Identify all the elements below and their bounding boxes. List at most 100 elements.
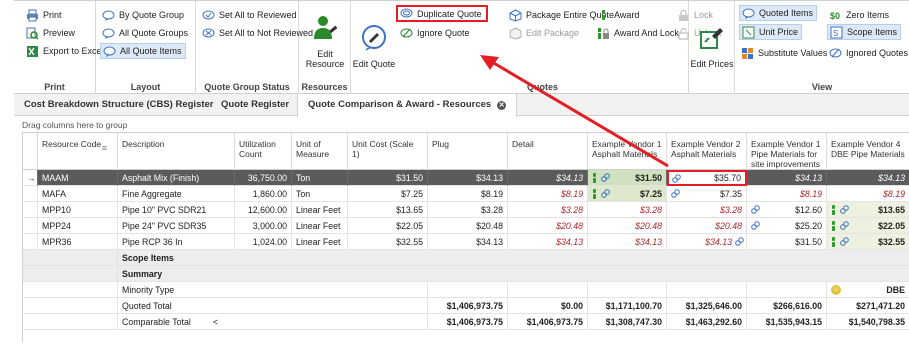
cell-code[interactable]: MAFA — [38, 186, 118, 202]
preview-button[interactable]: Preview — [26, 25, 75, 41]
cell-cost[interactable]: $31.50 — [348, 170, 428, 186]
cell-util[interactable]: 3,000.00 — [235, 218, 292, 234]
quoted-items-toggle[interactable]: Quoted Items — [739, 5, 818, 21]
cell-vendor-2[interactable]: $3.28 — [667, 202, 747, 218]
cell-vendor-1[interactable]: $34.13 — [588, 234, 667, 250]
tab-cbs-register[interactable]: Cost Breakdown Structure (CBS) Register — [14, 94, 224, 116]
header-vendor-1-pipe[interactable]: Example Vendor 1 Pipe Materials for site… — [747, 133, 827, 170]
scroll-left-marker[interactable]: < — [213, 314, 218, 329]
print-button[interactable]: Print — [26, 7, 62, 23]
cell-vendor-1[interactable]: $20.48 — [588, 218, 667, 234]
cell-description[interactable]: Pipe 24" PVC SDR35 — [118, 218, 235, 234]
cell-plug[interactable]: $3.28 — [428, 202, 508, 218]
table-row[interactable]: MPP24 Pipe 24" PVC SDR35 3,000.00 Linear… — [23, 218, 909, 234]
unit-price-toggle[interactable]: Unit Price — [739, 24, 803, 40]
award-and-lock-button[interactable]: Award And Lock — [597, 25, 679, 41]
header-utilization[interactable]: Utilization Count — [235, 133, 292, 170]
cell-description[interactable]: Pipe RCP 36 In — [118, 234, 235, 250]
by-quote-group-button[interactable]: By Quote Group — [102, 7, 184, 23]
cell-vendor-4[interactable]: $13.65 — [827, 202, 909, 218]
cell-uom[interactable]: Linear Feet — [292, 218, 348, 234]
cell-cost[interactable]: $32.55 — [348, 234, 428, 250]
header-unit-measure[interactable]: Unit of Measure — [292, 133, 348, 170]
cell-code[interactable]: MPR36 — [38, 234, 118, 250]
cell-util[interactable]: 1,024.00 — [235, 234, 292, 250]
cell-vendor-1[interactable]: $3.28 — [588, 202, 667, 218]
cell-uom[interactable]: Linear Feet — [292, 202, 348, 218]
substitute-values-toggle[interactable]: Substitute Values — [741, 45, 827, 61]
header-vendor-4-dbe[interactable]: Example Vendor 4 DBE Pipe Materials — [827, 133, 909, 170]
cell-vendor-1-pipe[interactable]: $8.19 — [747, 186, 827, 202]
cell-code[interactable]: MPP24 — [38, 218, 118, 234]
cell-plug[interactable]: $20.48 — [428, 218, 508, 234]
cell-util[interactable]: 36,750.00 — [235, 170, 292, 186]
column-chooser-icon[interactable]: ≡ — [102, 143, 107, 153]
cell-detail[interactable]: $34.13 — [508, 234, 588, 250]
cell-description[interactable]: Fine Aggregate — [118, 186, 235, 202]
header-detail[interactable]: Detail — [508, 133, 588, 170]
edit-resource-button[interactable]: Edit Resource — [299, 7, 351, 69]
set-all-not-reviewed-button[interactable]: Set All to Not Reviewed — [202, 25, 313, 41]
cell-vendor-1-pipe[interactable]: $25.20 — [747, 218, 827, 234]
cell-uom[interactable]: Ton — [292, 170, 348, 186]
table-row[interactable]: → MAAM Asphalt Mix (Finish) 36,750.00 To… — [23, 170, 909, 186]
cell-cost[interactable]: $22.05 — [348, 218, 428, 234]
edit-quote-button[interactable]: Edit Quote — [351, 7, 397, 69]
cell-vendor-4[interactable]: $34.13 — [827, 170, 909, 186]
table-row[interactable]: MAFA Fine Aggregate 1,860.00 Ton $7.25 $… — [23, 186, 909, 202]
table-row[interactable]: MPR36 Pipe RCP 36 In 1,024.00 Linear Fee… — [23, 234, 909, 250]
tab-quote-comparison[interactable]: Quote Comparison & Award - Resources ✕ — [297, 94, 518, 117]
cell-detail[interactable]: $20.48 — [508, 218, 588, 234]
cell-plug[interactable]: $34.13 — [428, 234, 508, 250]
cell-vendor-1-pipe[interactable]: $34.13 — [747, 170, 827, 186]
cell-vendor-4[interactable]: $32.55 — [827, 234, 909, 250]
cell-vendor-2[interactable]: $20.48 — [667, 218, 747, 234]
cell-cost[interactable]: $13.65 — [348, 202, 428, 218]
zero-items-toggle[interactable]: $0 Zero Items — [829, 7, 889, 23]
cell-code[interactable]: MAAM — [38, 170, 118, 186]
cell-vendor-1[interactable]: $31.50 — [588, 170, 667, 186]
cell-uom[interactable]: Linear Feet — [292, 234, 348, 250]
comparable-total-label: Comparable Total < — [118, 314, 428, 330]
scope-items-toggle[interactable]: S Scope Items — [827, 24, 902, 40]
header-description[interactable]: Description — [118, 133, 235, 170]
set-all-reviewed-button[interactable]: Set All to Reviewed — [202, 7, 297, 23]
cell-uom[interactable]: Ton — [292, 186, 348, 202]
cell-detail[interactable]: $3.28 — [508, 202, 588, 218]
cell-vendor-1-pipe[interactable]: $31.50 — [747, 234, 827, 250]
cell-util[interactable]: 12,600.00 — [235, 202, 292, 218]
cell-plug[interactable]: $34.13 — [428, 170, 508, 186]
cell-vendor-4[interactable]: $22.05 — [827, 218, 909, 234]
cell-detail[interactable]: $8.19 — [508, 186, 588, 202]
cell-code[interactable]: MPP10 — [38, 202, 118, 218]
award-button[interactable]: Award — [597, 7, 639, 23]
table-row[interactable]: MPP10 Pipe 10" PVC SDR21 12,600.00 Linea… — [23, 202, 909, 218]
cell-plug[interactable]: $8.19 — [428, 186, 508, 202]
all-quote-groups-button[interactable]: All Quote Groups — [102, 25, 188, 41]
header-plug[interactable]: Plug — [428, 133, 508, 170]
edit-package-button[interactable]: Edit Package — [509, 25, 579, 41]
cell-description[interactable]: Pipe 10" PVC SDR21 — [118, 202, 235, 218]
cell-vendor-1[interactable]: $7.25 — [588, 186, 667, 202]
cell-cost[interactable]: $7.25 — [348, 186, 428, 202]
ignore-quote-button[interactable]: Ignore Quote — [400, 25, 470, 41]
cell-vendor-2[interactable]: $34.13 — [667, 234, 747, 250]
duplicate-quote-button[interactable]: Duplicate Quote — [396, 5, 488, 22]
cell-vendor-4[interactable]: $8.19 — [827, 186, 909, 202]
tab-quote-register[interactable]: Quote Register — [211, 94, 299, 116]
edit-prices-button[interactable]: Edit Prices — [689, 7, 735, 69]
cell-detail[interactable]: $34.13 — [508, 170, 588, 186]
close-tab-icon[interactable]: ✕ — [497, 101, 507, 110]
header-vendor-1-asphalt[interactable]: Example Vendor 1 Asphalt Materials — [588, 133, 667, 170]
header-vendor-2-asphalt[interactable]: Example Vendor 2 Asphalt Materials — [667, 133, 747, 170]
header-unit-cost[interactable]: Unit Cost (Scale 1) — [348, 133, 428, 170]
cell-vendor-2[interactable]: $35.70 — [667, 170, 747, 186]
ignored-quotes-toggle[interactable]: Ignored Quotes — [829, 45, 908, 61]
all-quote-items-button[interactable]: All Quote Items — [100, 43, 186, 59]
cell-util[interactable]: 1,860.00 — [235, 186, 292, 202]
header-resource-code[interactable]: Resource Code ≡ — [38, 133, 118, 170]
cell-vendor-2[interactable]: $7.35 — [667, 186, 747, 202]
export-excel-button[interactable]: Export to Excel — [26, 43, 104, 59]
cell-vendor-1-pipe[interactable]: $12.60 — [747, 202, 827, 218]
cell-description[interactable]: Asphalt Mix (Finish) — [118, 170, 235, 186]
